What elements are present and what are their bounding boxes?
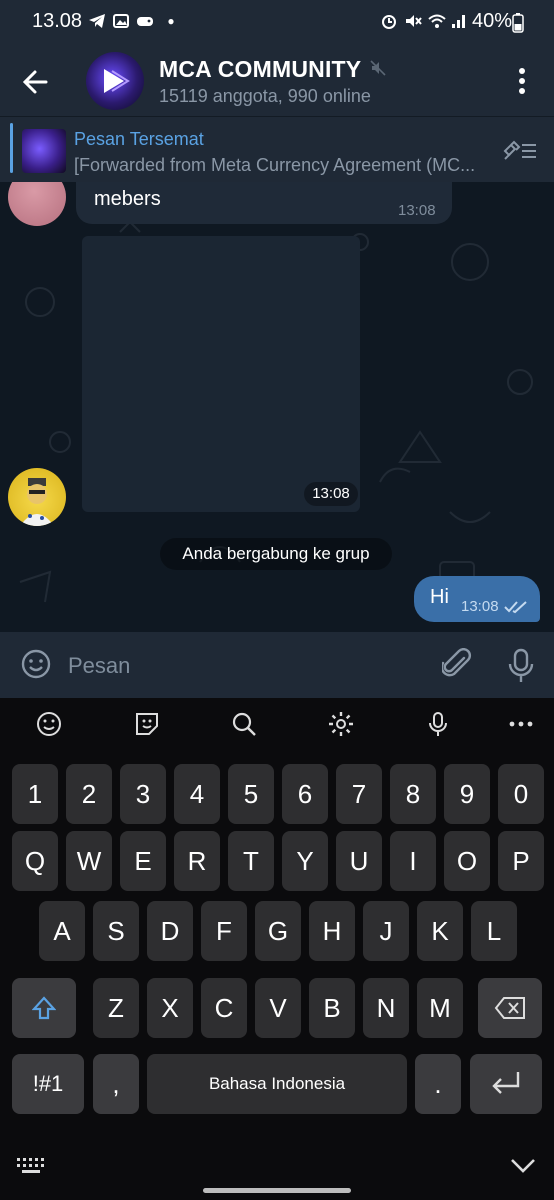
pinned-list-icon[interactable] xyxy=(502,137,538,165)
key-1[interactable]: 1 xyxy=(12,764,58,824)
key-h[interactable]: H xyxy=(309,901,355,961)
back-arrow-icon[interactable] xyxy=(18,64,54,100)
attach-icon[interactable] xyxy=(442,648,472,682)
sticker-icon[interactable] xyxy=(133,710,161,738)
more-options-icon[interactable] xyxy=(507,710,535,738)
key-r[interactable]: R xyxy=(174,831,220,891)
battery-icon xyxy=(512,13,524,33)
more-menu-icon[interactable] xyxy=(510,66,534,96)
enter-key[interactable] xyxy=(470,1054,542,1114)
key-d[interactable]: D xyxy=(147,901,193,961)
chat-area[interactable]: mebers 13:08 13:08 Anda bergabung ke gru… xyxy=(0,182,554,632)
home-indicator[interactable] xyxy=(203,1188,351,1193)
microphone-icon[interactable] xyxy=(424,710,452,738)
key-o[interactable]: O xyxy=(444,831,490,891)
media-message[interactable] xyxy=(82,236,360,512)
message-input[interactable] xyxy=(68,648,428,684)
hide-keyboard-icon[interactable] xyxy=(510,1158,536,1174)
signal-icon xyxy=(452,15,465,28)
emoji-icon[interactable] xyxy=(35,710,63,738)
message-text: mebers xyxy=(94,188,161,210)
play-logo-icon xyxy=(104,69,130,93)
telegram-icon xyxy=(89,14,105,28)
key-v[interactable]: V xyxy=(255,978,301,1038)
double-check-icon xyxy=(504,601,527,614)
backspace-icon xyxy=(494,997,525,1019)
pinned-indicator xyxy=(10,123,13,173)
key-9[interactable]: 9 xyxy=(444,764,490,824)
microphone-icon[interactable] xyxy=(508,648,534,684)
message-composer xyxy=(0,632,554,698)
wifi-icon xyxy=(428,14,446,28)
outgoing-message-time: 13:08 xyxy=(461,598,499,615)
pinned-title: Pesan Tersemat xyxy=(74,129,204,149)
battery-percent: 40% xyxy=(472,10,513,32)
key-3[interactable]: 3 xyxy=(120,764,166,824)
shift-key[interactable] xyxy=(12,978,76,1038)
avatar-figure-icon xyxy=(20,478,54,526)
pinned-thumbnail xyxy=(22,129,66,173)
key-s[interactable]: S xyxy=(93,901,139,961)
key-w[interactable]: W xyxy=(66,831,112,891)
pinned-preview-text: [Forwarded from Meta Currency Agreement … xyxy=(74,155,476,175)
chat-header: MCA COMMUNITY 15119 anggota, 990 online xyxy=(0,44,554,116)
symbols-key[interactable]: !#1 xyxy=(12,1054,84,1114)
key-n[interactable]: N xyxy=(363,978,409,1038)
sender-avatar[interactable] xyxy=(8,468,66,526)
media-message-time: 13:08 xyxy=(304,482,358,506)
group-avatar[interactable] xyxy=(86,52,144,110)
key-j[interactable]: J xyxy=(363,901,409,961)
keyboard-layout-icon[interactable] xyxy=(16,1156,46,1176)
key-k[interactable]: K xyxy=(417,901,463,961)
comma-key[interactable]: , xyxy=(93,1054,139,1114)
space-key[interactable]: Bahasa Indonesia xyxy=(147,1054,407,1114)
key-b[interactable]: B xyxy=(309,978,355,1038)
message-time: 13:08 xyxy=(398,202,436,219)
key-g[interactable]: G xyxy=(255,901,301,961)
key-7[interactable]: 7 xyxy=(336,764,382,824)
key-4[interactable]: 4 xyxy=(174,764,220,824)
service-message: Anda bergabung ke grup xyxy=(160,538,392,570)
outgoing-message-text: Hi xyxy=(430,586,449,608)
shift-arrow-icon xyxy=(32,996,56,1020)
emoji-icon[interactable] xyxy=(20,648,52,680)
key-z[interactable]: Z xyxy=(93,978,139,1038)
group-title[interactable]: MCA COMMUNITY xyxy=(159,56,361,83)
gear-icon[interactable] xyxy=(327,710,355,738)
key-i[interactable]: I xyxy=(390,831,436,891)
period-key[interactable]: . xyxy=(415,1054,461,1114)
key-0[interactable]: 0 xyxy=(498,764,544,824)
key-8[interactable]: 8 xyxy=(390,764,436,824)
dot-icon: ● xyxy=(167,14,175,28)
key-c[interactable]: C xyxy=(201,978,247,1038)
search-icon[interactable] xyxy=(230,710,258,738)
status-time: 13.08 xyxy=(32,10,83,32)
on-screen-keyboard: 1 2 3 4 5 6 7 8 9 0 Q W E R T Y U I O P A S D F G H J K L Z X C V B N M !#1,… xyxy=(0,698,554,1200)
key-6[interactable]: 6 xyxy=(282,764,328,824)
pinned-message-bar[interactable]: Pesan Tersemat [Forwarded from Meta Curr… xyxy=(0,116,554,182)
gallery-icon xyxy=(113,14,129,28)
muted-icon xyxy=(370,60,386,76)
key-t[interactable]: T xyxy=(228,831,274,891)
key-p[interactable]: P xyxy=(498,831,544,891)
key-2[interactable]: 2 xyxy=(66,764,112,824)
key-f[interactable]: F xyxy=(201,901,247,961)
key-5[interactable]: 5 xyxy=(228,764,274,824)
backspace-key[interactable] xyxy=(478,978,542,1038)
game-icon xyxy=(137,17,153,26)
group-member-count: 15119 anggota, 990 online xyxy=(159,86,371,106)
key-u[interactable]: U xyxy=(336,831,382,891)
key-q[interactable]: Q xyxy=(12,831,58,891)
alarm-icon xyxy=(382,15,396,29)
key-e[interactable]: E xyxy=(120,831,166,891)
key-y[interactable]: Y xyxy=(282,831,328,891)
enter-icon xyxy=(492,1072,520,1094)
key-m[interactable]: M xyxy=(417,978,463,1038)
key-l[interactable]: L xyxy=(471,901,517,961)
key-a[interactable]: A xyxy=(39,901,85,961)
status-bar: 13.08 ● 40% xyxy=(0,0,554,44)
mute-status-icon xyxy=(406,15,422,27)
key-x[interactable]: X xyxy=(147,978,193,1038)
